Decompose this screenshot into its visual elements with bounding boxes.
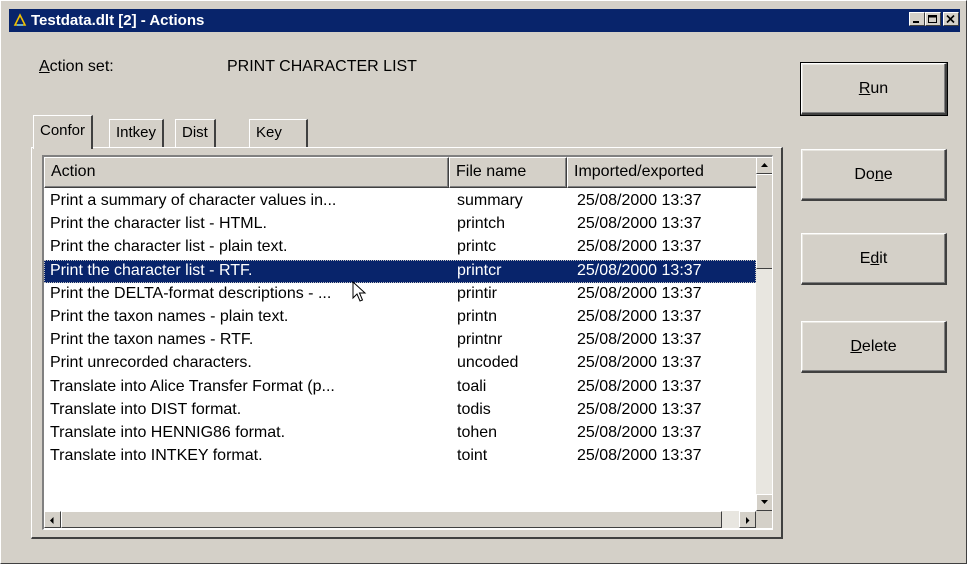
horizontal-scroll-thumb[interactable] xyxy=(61,511,722,528)
edit-button[interactable]: Ed it xyxy=(801,233,947,285)
minimize-button[interactable] xyxy=(909,12,925,26)
cell-imported-exported: 25/08/2000 13:37 xyxy=(577,447,702,465)
tab-dist[interactable]: Dist xyxy=(175,119,216,147)
window-title: Testdata.dlt [2] - Actions xyxy=(31,12,205,29)
cell-imported-exported: 25/08/2000 13:37 xyxy=(577,377,702,395)
table-row[interactable]: Print the DELTA-format descriptions - ..… xyxy=(44,283,756,306)
cell-action: Print the DELTA-format descriptions - ..… xyxy=(50,284,332,302)
cell-action: Print the taxon names - plain text. xyxy=(50,307,289,325)
cell-file-name: printcr xyxy=(457,261,502,279)
cell-action: Translate into INTKEY format. xyxy=(50,447,263,465)
mouse-pointer-icon xyxy=(352,281,367,302)
table-row[interactable]: Print unrecorded characters. uncoded 25/08… xyxy=(44,352,756,375)
cell-action: Translate into HENNIG86 format. xyxy=(50,423,286,441)
table-row[interactable]: Translate into INTKEY format. toint 25/08/… xyxy=(44,445,756,468)
tab-key[interactable]: Key xyxy=(249,119,308,147)
cell-action: Translate into DIST format. xyxy=(50,400,242,418)
cell-imported-exported: 25/08/2000 13:37 xyxy=(577,215,702,233)
cell-file-name: printnr xyxy=(457,331,503,349)
column-header-imported-exported[interactable]: Imported/exported xyxy=(567,157,756,188)
cell-action: Print a summary of character values in..… xyxy=(50,192,337,209)
cell-imported-exported: 25/08/2000 13:37 xyxy=(577,307,702,325)
tab-confor[interactable]: Confor xyxy=(33,115,94,149)
actions-list-viewport: Action File name Imported/exported Print… xyxy=(44,157,756,511)
cell-action: Translate into Alice Transfer Format (p.… xyxy=(50,377,335,395)
list-rows: Print a summary of character values in..… xyxy=(44,190,756,468)
done-button[interactable]: Do n e xyxy=(801,149,947,201)
cell-file-name: todis xyxy=(457,400,491,418)
cell-action: Print the taxon names - RTF. xyxy=(50,331,254,349)
arrow-left-icon xyxy=(50,517,54,524)
title-bar[interactable]: Testdata.dlt [2] - Actions xyxy=(9,9,960,32)
cell-action: Print the character list - RTF. xyxy=(50,261,253,279)
scroll-left-button[interactable] xyxy=(44,511,61,528)
table-row[interactable]: Translate into Alice Transfer Format (p.… xyxy=(44,376,756,399)
scroll-up-button[interactable] xyxy=(756,157,772,174)
horizontal-scrollbar[interactable] xyxy=(44,511,756,528)
cell-file-name: tohen xyxy=(457,423,498,441)
maximize-icon xyxy=(928,15,937,23)
vertical-scrollbar[interactable] xyxy=(756,157,772,511)
scroll-right-button[interactable] xyxy=(739,511,756,528)
table-row[interactable]: Print the character list - plain text. pr… xyxy=(44,236,756,259)
arrow-right-icon xyxy=(746,517,750,524)
cell-imported-exported: 25/08/2000 13:37 xyxy=(577,238,702,256)
cell-file-name: summary xyxy=(457,192,523,209)
cell-imported-exported: 25/08/2000 13:37 xyxy=(577,192,702,209)
list-header: Action File name Imported/exported xyxy=(44,157,756,188)
minimize-icon xyxy=(913,21,919,23)
column-header-file-name[interactable]: File name xyxy=(449,157,567,188)
cell-file-name: printir xyxy=(457,284,498,302)
cell-file-name: toint xyxy=(457,447,488,465)
cell-file-name: toali xyxy=(457,377,487,395)
actions-window: Testdata.dlt [2] - Actions Action set: P… xyxy=(0,0,967,564)
delta-app-icon xyxy=(13,13,27,26)
arrow-down-icon xyxy=(761,500,768,504)
action-set-label: Action set: xyxy=(39,58,114,75)
action-set-value: PRINT CHARACTER LIST xyxy=(227,58,417,75)
cell-action: Print the character list - HTML. xyxy=(50,215,267,233)
table-row-selected[interactable]: Print the character list - RTF. printcr 25… xyxy=(44,259,756,283)
column-header-action[interactable]: Action xyxy=(44,157,449,188)
table-row[interactable]: Print a summary of character values in..… xyxy=(44,190,756,213)
actions-list[interactable]: Action File name Imported/exported Print… xyxy=(42,155,773,530)
table-row[interactable]: Translate into DIST format. todis 25/08/20… xyxy=(44,399,756,422)
run-button[interactable]: Run xyxy=(800,62,948,116)
cell-imported-exported: 25/08/2000 13:37 xyxy=(577,284,702,302)
vertical-scroll-thumb[interactable] xyxy=(756,174,772,269)
table-row[interactable]: Print the taxon names - plain text. print… xyxy=(44,306,756,329)
arrow-up-icon xyxy=(761,163,768,167)
cell-action: Print unrecorded characters. xyxy=(50,354,252,372)
cell-action: Print the character list - plain text. xyxy=(50,238,288,256)
close-icon xyxy=(946,15,955,24)
cell-imported-exported: 25/08/2000 13:37 xyxy=(577,331,702,349)
cell-imported-exported: 25/08/2000 13:37 xyxy=(577,400,702,418)
table-row[interactable]: Print the character list - HTML. printch 2… xyxy=(44,213,756,236)
cell-file-name: printn xyxy=(457,307,498,325)
cell-file-name: uncoded xyxy=(457,354,519,372)
cell-file-name: printc xyxy=(457,238,497,256)
cell-imported-exported: 25/08/2000 13:37 xyxy=(577,423,702,441)
maximize-button[interactable] xyxy=(925,12,941,26)
cell-imported-exported: 25/08/2000 13:37 xyxy=(577,354,702,372)
table-row[interactable]: Translate into HENNIG86 format. tohen 25/0… xyxy=(44,422,756,445)
scrollbar-corner xyxy=(756,511,772,528)
scroll-down-button[interactable] xyxy=(756,494,772,511)
delete-button[interactable]: Delete xyxy=(801,321,947,373)
cell-file-name: printch xyxy=(457,215,506,233)
close-button[interactable] xyxy=(943,12,959,26)
tab-intkey[interactable]: Intkey xyxy=(109,119,165,147)
cell-imported-exported: 25/08/2000 13:37 xyxy=(577,261,702,279)
table-row[interactable]: Print the taxon names - RTF. printnr 25/08… xyxy=(44,329,756,352)
